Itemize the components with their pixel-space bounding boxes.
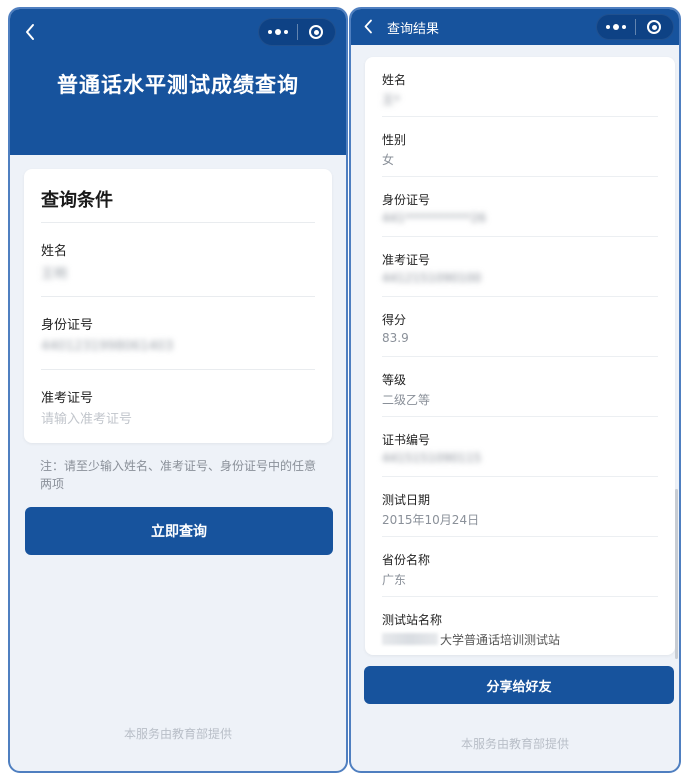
scrollbar[interactable]: [675, 489, 678, 659]
row-label: 准考证号: [382, 253, 431, 267]
footer-text: 本服务由教育部提供: [123, 727, 232, 741]
page-title: 普通话水平测试成绩查询: [57, 73, 299, 97]
exam-number-input[interactable]: [41, 408, 301, 430]
divider: [41, 296, 315, 297]
result-row-score: 得分 83.9: [382, 297, 658, 357]
navigation-bar: 查询结果: [351, 9, 679, 45]
result-row-id-number: 身份证号 441***********26: [382, 177, 658, 237]
target-close-icon[interactable]: [636, 15, 674, 39]
target-close-icon[interactable]: [298, 19, 336, 45]
result-row-test-date: 测试日期 2015年10月24日: [382, 477, 658, 537]
query-form-card: 查询条件 姓名 身份证号 准考证号: [24, 169, 332, 443]
row-label: 测试日期: [382, 493, 431, 507]
row-label: 省份名称: [382, 553, 431, 567]
name-input[interactable]: [41, 261, 301, 283]
mini-program-capsule: [258, 18, 336, 46]
result-row-exam-number: 准考证号 4412151090100: [382, 237, 658, 297]
result-row-gender: 性别 女: [382, 117, 658, 177]
divider: [41, 222, 315, 223]
result-screen: 查询结果 姓名 王* 性别 女 身份证号 441***********26 准考…: [349, 7, 681, 773]
row-label: 姓名: [382, 73, 407, 87]
row-value: 441***********26: [382, 211, 487, 225]
row-value: 女: [382, 153, 395, 167]
name-label: 姓名: [41, 244, 68, 259]
row-value: 大学普通话培训测试站: [382, 631, 560, 648]
chevron-left-icon[interactable]: [363, 19, 373, 34]
row-label: 性别: [382, 133, 407, 147]
footer-text: 本服务由教育部提供: [460, 737, 569, 751]
divider: [41, 369, 315, 370]
result-row-name: 姓名 王*: [382, 57, 658, 117]
mini-program-capsule: [596, 14, 674, 40]
page-title: 查询结果: [387, 22, 440, 37]
row-value: 4412151090100: [382, 271, 482, 285]
row-label: 测试站名称: [382, 613, 443, 627]
form-title: 查询条件: [41, 190, 113, 211]
row-label: 证书编号: [382, 433, 431, 447]
row-value: 广东: [382, 573, 407, 587]
result-row-grade: 等级 二级乙等: [382, 357, 658, 417]
query-screen: 普通话水平测试成绩查询 查询条件 姓名 身份证号 准考证号 注：请至少输入姓名、…: [8, 7, 348, 773]
query-button[interactable]: 立即查询: [25, 507, 333, 555]
result-row-certificate-number: 证书编号 4415151090115: [382, 417, 658, 477]
row-label: 身份证号: [382, 193, 431, 207]
chevron-left-icon[interactable]: [24, 23, 36, 41]
row-value: 2015年10月24日: [382, 513, 480, 527]
result-row-province: 省份名称 广东: [382, 537, 658, 597]
row-value: 83.9: [382, 331, 409, 345]
more-dots-icon[interactable]: [259, 19, 297, 45]
row-value: 4415151090115: [382, 451, 482, 465]
redacted-mask: [382, 633, 438, 645]
exam-number-label: 准考证号: [41, 391, 94, 406]
share-button[interactable]: 分享给好友: [364, 666, 674, 704]
id-number-label: 身份证号: [41, 318, 94, 333]
row-value: 二级乙等: [382, 393, 431, 407]
header-banner: 普通话水平测试成绩查询: [10, 9, 346, 155]
id-number-input[interactable]: [41, 335, 301, 357]
more-dots-icon[interactable]: [597, 15, 635, 39]
query-note: 注：请至少输入姓名、准考证号、身份证号中的任意两项: [40, 459, 317, 491]
row-value: 王*: [382, 93, 401, 107]
test-station-name: 大学普通话培训测试站: [440, 633, 561, 647]
result-card: 姓名 王* 性别 女 身份证号 441***********26 准考证号 44…: [365, 57, 675, 655]
row-label: 等级: [382, 373, 407, 387]
result-row-test-station: 测试站名称 大学普通话培训测试站: [382, 597, 658, 657]
row-label: 得分: [382, 313, 407, 327]
